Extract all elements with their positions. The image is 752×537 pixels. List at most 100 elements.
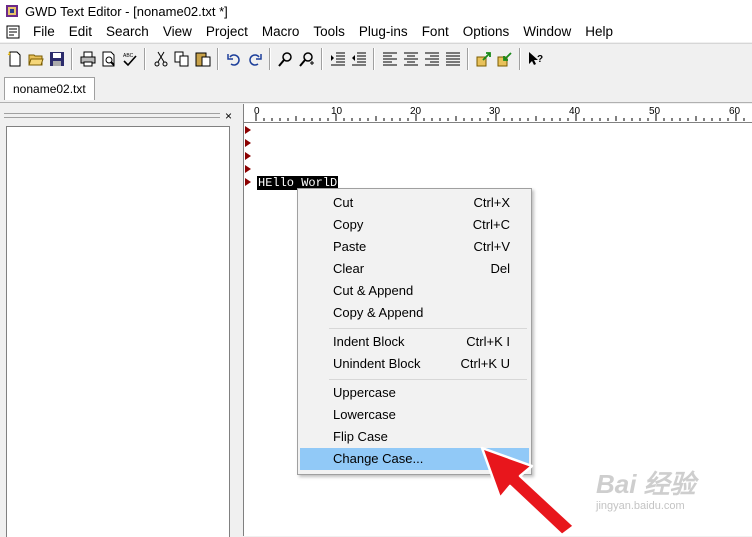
menu-macro[interactable]: Macro (255, 22, 307, 42)
watermark: Bai 经验 jingyan.baidu.com (578, 458, 748, 518)
menu-item-shortcut: Ctrl+V (473, 239, 510, 254)
menu-item-label: Uppercase (333, 385, 396, 400)
menu-item-uppercase[interactable]: Uppercase (300, 382, 529, 404)
menu-item-label: Paste (333, 239, 367, 254)
ruler-label: 50 (649, 106, 661, 117)
toolbar: ABC ? (0, 43, 752, 75)
menu-help[interactable]: Help (578, 22, 620, 42)
menu-item-copy-append[interactable]: Copy & Append (300, 302, 529, 324)
menu-item-paste[interactable]: Paste Ctrl+V (300, 236, 529, 258)
watermark-url: jingyan.baidu.com (596, 500, 685, 512)
redo-icon[interactable] (245, 50, 264, 69)
menu-item-label: Copy (333, 217, 364, 232)
annotation-arrow-icon (480, 446, 576, 536)
window-title: GWD Text Editor - [noname02.txt *] (25, 3, 228, 19)
menu-view[interactable]: View (156, 22, 199, 42)
menu-window[interactable]: Window (516, 22, 578, 42)
find-next-icon[interactable] (297, 50, 316, 69)
menu-separator (329, 379, 527, 380)
menu-item-cut-append[interactable]: Cut & Append (300, 280, 529, 302)
toolbar-separator (144, 48, 146, 70)
title-bar: GWD Text Editor - [noname02.txt *] (0, 0, 752, 22)
print-preview-icon[interactable] (99, 50, 118, 69)
menu-item-lowercase[interactable]: Lowercase (300, 404, 529, 426)
menu-tools[interactable]: Tools (306, 22, 352, 42)
watermark-brand: Bai 经验 (596, 469, 696, 499)
justify-icon[interactable] (443, 50, 462, 69)
menu-item-label: Lowercase (333, 407, 396, 422)
close-icon[interactable]: × (225, 110, 232, 122)
menu-item-label: Cut (333, 195, 354, 210)
menu-file[interactable]: File (26, 22, 62, 42)
panel-splitter[interactable] (237, 104, 244, 536)
menu-item-shortcut: Ctrl+K U (460, 356, 510, 371)
line-marker-icon (245, 126, 251, 134)
undo-icon[interactable] (224, 50, 243, 69)
ruler-label: 10 (331, 106, 343, 117)
document-system-icon[interactable] (6, 25, 20, 39)
context-menu: Cut Ctrl+X Copy Ctrl+C Paste Ctrl+V Clea… (297, 188, 532, 475)
line-marker-icon (245, 178, 251, 186)
toolbar-separator (269, 48, 271, 70)
menu-item-label: Cut & Append (333, 283, 414, 298)
app-icon (6, 5, 18, 17)
menu-item-label: Unindent Block (333, 356, 421, 371)
menu-options[interactable]: Options (456, 22, 517, 42)
ruler-label: 40 (569, 106, 581, 117)
menu-font[interactable]: Font (415, 22, 456, 42)
svg-text:?: ? (537, 54, 543, 65)
ruler-label: 30 (489, 106, 501, 117)
open-icon[interactable] (26, 50, 45, 69)
menu-search[interactable]: Search (99, 22, 156, 42)
align-right-icon[interactable] (422, 50, 441, 69)
menu-plugins[interactable]: Plug-ins (352, 22, 415, 42)
panel-grip-line (4, 113, 220, 114)
svg-text:ABC: ABC (123, 53, 134, 59)
line-marker-icon (245, 165, 251, 173)
ruler-label: 0 (254, 106, 260, 117)
help-icon[interactable]: ? (526, 50, 545, 69)
menu-item-clear[interactable]: Clear Del (300, 258, 529, 280)
toolbar-separator (321, 48, 323, 70)
side-panel: × (0, 104, 237, 537)
toolbar-separator (217, 48, 219, 70)
menu-edit[interactable]: Edit (62, 22, 99, 42)
print-icon[interactable] (78, 50, 97, 69)
line-marker-icon (245, 152, 251, 160)
line-marker-icon (245, 139, 251, 147)
indent-icon[interactable] (328, 50, 347, 69)
menu-item-indent-block[interactable]: Indent Block Ctrl+K I (300, 331, 529, 353)
menu-item-copy[interactable]: Copy Ctrl+C (300, 214, 529, 236)
find-icon[interactable] (276, 50, 295, 69)
toolbar-separator (519, 48, 521, 70)
side-panel-header: × (4, 108, 232, 124)
menu-bar: File Edit Search View Project Macro Tool… (0, 22, 752, 42)
side-panel-content[interactable] (6, 126, 230, 537)
cut-icon[interactable] (151, 50, 170, 69)
import-icon[interactable] (495, 50, 514, 69)
menu-item-cut[interactable]: Cut Ctrl+X (300, 192, 529, 214)
export-icon[interactable] (474, 50, 493, 69)
paste-icon[interactable] (193, 50, 212, 69)
panel-grip-line (4, 117, 220, 118)
align-center-icon[interactable] (401, 50, 420, 69)
unindent-icon[interactable] (349, 50, 368, 69)
menu-separator (329, 328, 527, 329)
copy-icon[interactable] (172, 50, 191, 69)
menu-item-shortcut: Ctrl+K I (466, 334, 510, 349)
spellcheck-icon[interactable]: ABC (120, 50, 139, 69)
ruler: 0 10 20 30 40 50 60 (244, 104, 752, 123)
menu-item-label: Clear (333, 261, 365, 276)
new-icon[interactable] (5, 50, 24, 69)
document-tab-strip: noname02.txt (0, 74, 752, 103)
tab-noname02[interactable]: noname02.txt (4, 77, 95, 100)
menu-project[interactable]: Project (199, 22, 255, 42)
save-icon[interactable] (47, 50, 66, 69)
align-left-icon[interactable] (380, 50, 399, 69)
menu-item-label: Flip Case (333, 429, 388, 444)
toolbar-separator (71, 48, 73, 70)
ruler-label: 60 (729, 106, 741, 117)
menu-item-unindent-block[interactable]: Unindent Block Ctrl+K U (300, 353, 529, 375)
menu-item-label: Copy & Append (333, 305, 424, 320)
menu-item-label: Indent Block (333, 334, 405, 349)
